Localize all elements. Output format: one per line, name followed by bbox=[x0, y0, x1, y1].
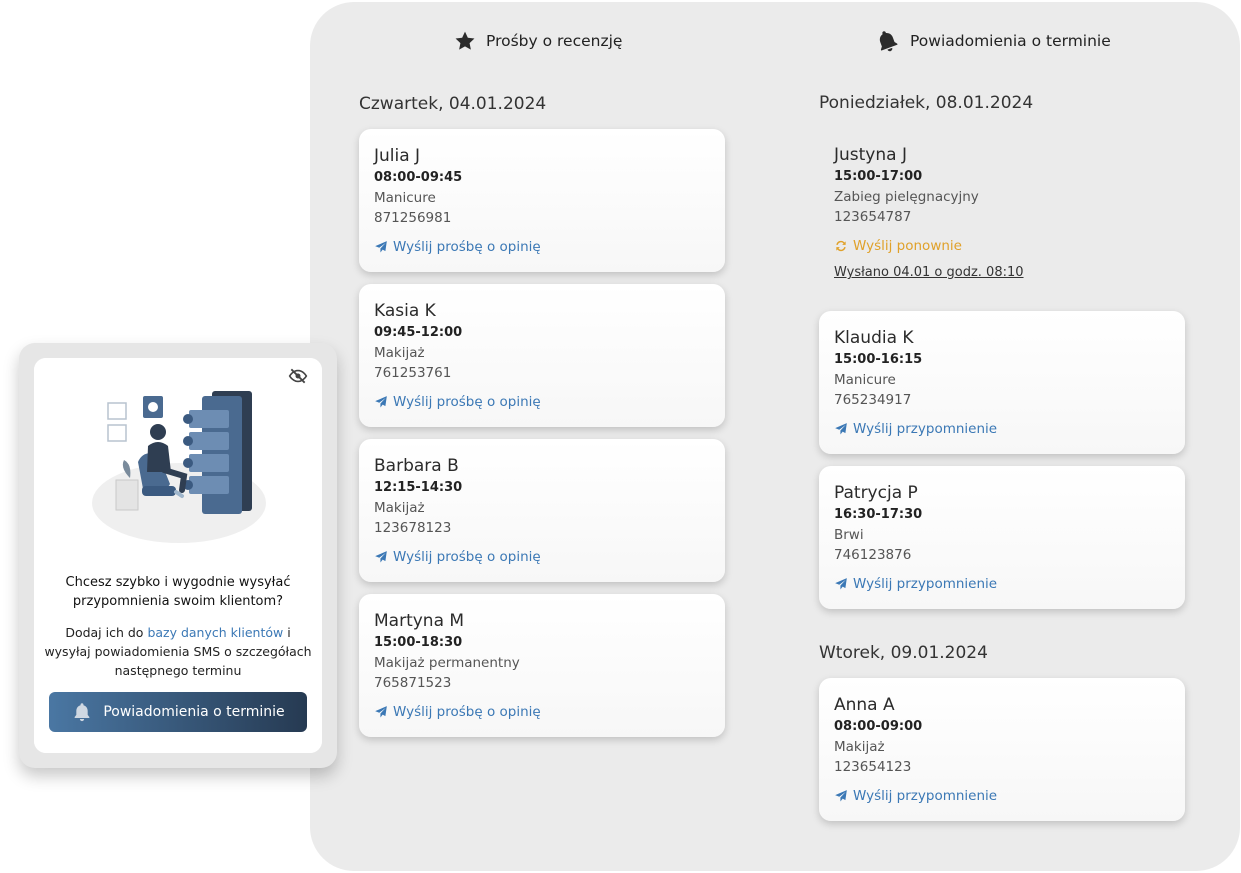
reminder-day-title: Wtorek, 09.01.2024 bbox=[819, 643, 988, 663]
client-name: Anna A bbox=[834, 695, 895, 715]
paper-plane-icon bbox=[375, 706, 387, 718]
review-requests-title: Prośby o recenzję bbox=[486, 32, 623, 50]
star-icon bbox=[455, 31, 475, 50]
send-review-request-button[interactable]: Wyślij prośbę o opinię bbox=[374, 237, 710, 257]
review-requests-header: Prośby o recenzję bbox=[454, 28, 622, 54]
reminder-card-anna: Anna A 08:00-09:00 Makijaż 123654123 Wyś… bbox=[819, 678, 1185, 821]
phone-number: 746123876 bbox=[834, 547, 912, 563]
reminders-header: Powiadomienia o terminie bbox=[874, 28, 1111, 54]
send-reminder-button[interactable]: Wyślij przypomnienie bbox=[834, 786, 1170, 806]
promo-desc-start: Dodaj ich do bbox=[65, 625, 148, 640]
service-name: Manicure bbox=[834, 372, 896, 388]
phone-number: 765234917 bbox=[834, 392, 912, 408]
appointment-time: 15:00-16:15 bbox=[834, 352, 923, 367]
reminders-title: Powiadomienia o terminie bbox=[910, 32, 1111, 50]
reminder-card-justyna: Justyna J 15:00-17:00 Zabieg pielęgnacyj… bbox=[819, 128, 1185, 298]
appointment-time: 12:15-14:30 bbox=[374, 480, 463, 495]
paper-plane-icon bbox=[375, 396, 387, 408]
reminder-card-patrycja: Patrycja P 16:30-17:30 Brwi 746123876 Wy… bbox=[819, 466, 1185, 609]
reminder-card-klaudia: Klaudia K 15:00-16:15 Manicure 765234917… bbox=[819, 311, 1185, 454]
service-name: Makijaż permanentny bbox=[374, 655, 520, 671]
action-label: Wyślij przypomnienie bbox=[853, 576, 998, 592]
service-name: Makijaż bbox=[374, 345, 425, 361]
button-label: Powiadomienia o terminie bbox=[103, 704, 285, 720]
service-name: Brwi bbox=[834, 527, 864, 543]
appointment-reminders-button[interactable]: Powiadomienia o terminie bbox=[49, 692, 307, 732]
action-label: Wyślij przypomnienie bbox=[853, 421, 998, 437]
notifications-illustration bbox=[34, 358, 322, 558]
phone-number: 761253761 bbox=[374, 365, 452, 381]
bell-icon bbox=[74, 703, 90, 722]
promo-description: Dodaj ich do bazy danych klientów i wysy… bbox=[44, 623, 312, 680]
action-label: Wyślij prośbę o opinię bbox=[393, 549, 541, 565]
phone-number: 123654123 bbox=[834, 759, 912, 775]
action-label: Wyślij prośbę o opinię bbox=[393, 704, 541, 720]
person-with-notifications-illustration bbox=[92, 391, 266, 543]
action-label: Wyślij prośbę o opinię bbox=[393, 394, 541, 410]
main-panel: Prośby o recenzję Powiadomienia o termin… bbox=[310, 2, 1240, 871]
promo-widget: Chcesz szybko i wygodnie wysyłać przypom… bbox=[19, 343, 337, 768]
send-reminder-button[interactable]: Wyślij przypomnienie bbox=[834, 419, 1170, 439]
resend-button[interactable]: Wyślij ponownie bbox=[834, 236, 1170, 256]
send-review-request-button[interactable]: Wyślij prośbę o opinię bbox=[374, 702, 710, 722]
client-name: Justyna J bbox=[834, 145, 907, 165]
appointment-time: 09:45-12:00 bbox=[374, 325, 463, 340]
eye-slash-icon[interactable] bbox=[288, 366, 308, 390]
client-database-link[interactable]: bazy danych klientów bbox=[147, 625, 283, 640]
promo-question: Chcesz szybko i wygodnie wysyłać przypom… bbox=[65, 575, 291, 609]
service-name: Manicure bbox=[374, 190, 436, 206]
review-card-kasia: Kasia K 09:45-12:00 Makijaż 761253761 Wy… bbox=[359, 284, 725, 427]
phone-number: 871256981 bbox=[374, 210, 452, 226]
appointment-time: 15:00-18:30 bbox=[374, 635, 463, 650]
review-card-martyna: Martyna M 15:00-18:30 Makijaż permanentn… bbox=[359, 594, 725, 737]
appointment-time: 08:00-09:45 bbox=[374, 170, 463, 185]
page: Prośby o recenzję Powiadomienia o termin… bbox=[0, 0, 1241, 873]
client-name: Kasia K bbox=[374, 301, 436, 321]
bell-icon bbox=[879, 31, 898, 52]
paper-plane-icon bbox=[835, 790, 847, 802]
review-day-title: Czwartek, 04.01.2024 bbox=[359, 94, 547, 114]
client-name: Patrycja P bbox=[834, 483, 918, 503]
appointment-time: 08:00-09:00 bbox=[834, 719, 923, 734]
review-card-julia: Julia J 08:00-09:45 Manicure 871256981 W… bbox=[359, 129, 725, 272]
paper-plane-icon bbox=[835, 423, 847, 435]
send-reminder-button[interactable]: Wyślij przypomnienie bbox=[834, 574, 1170, 594]
phone-number: 123678123 bbox=[374, 520, 452, 536]
review-card-barbara: Barbara B 12:15-14:30 Makijaż 123678123 … bbox=[359, 439, 725, 582]
promo-card: Chcesz szybko i wygodnie wysyłać przypom… bbox=[34, 358, 322, 753]
client-name: Martyna M bbox=[374, 611, 465, 631]
action-label: Wyślij przypomnienie bbox=[853, 788, 998, 804]
send-review-request-button[interactable]: Wyślij prośbę o opinię bbox=[374, 392, 710, 412]
phone-number: 765871523 bbox=[374, 675, 452, 691]
client-name: Barbara B bbox=[374, 456, 459, 476]
service-name: Makijaż bbox=[834, 739, 885, 755]
refresh-icon bbox=[836, 240, 846, 252]
phone-number: 123654787 bbox=[834, 209, 912, 225]
appointment-time: 15:00-17:00 bbox=[834, 169, 923, 184]
paper-plane-icon bbox=[375, 241, 387, 253]
service-name: Makijaż bbox=[374, 500, 425, 516]
client-name: Julia J bbox=[374, 146, 421, 166]
sent-info-link[interactable]: Wysłano 04.01 o godz. 08:10 bbox=[834, 263, 1170, 283]
reminder-day-title: Poniedziałek, 08.01.2024 bbox=[819, 93, 1034, 113]
service-name: Zabieg pielęgnacyjny bbox=[834, 189, 979, 205]
paper-plane-icon bbox=[835, 578, 847, 590]
appointment-time: 16:30-17:30 bbox=[834, 507, 923, 522]
action-label: Wyślij prośbę o opinię bbox=[393, 239, 541, 255]
paper-plane-icon bbox=[375, 551, 387, 563]
client-name: Klaudia K bbox=[834, 328, 914, 348]
action-label: Wyślij ponownie bbox=[853, 238, 962, 254]
send-review-request-button[interactable]: Wyślij prośbę o opinię bbox=[374, 547, 710, 567]
